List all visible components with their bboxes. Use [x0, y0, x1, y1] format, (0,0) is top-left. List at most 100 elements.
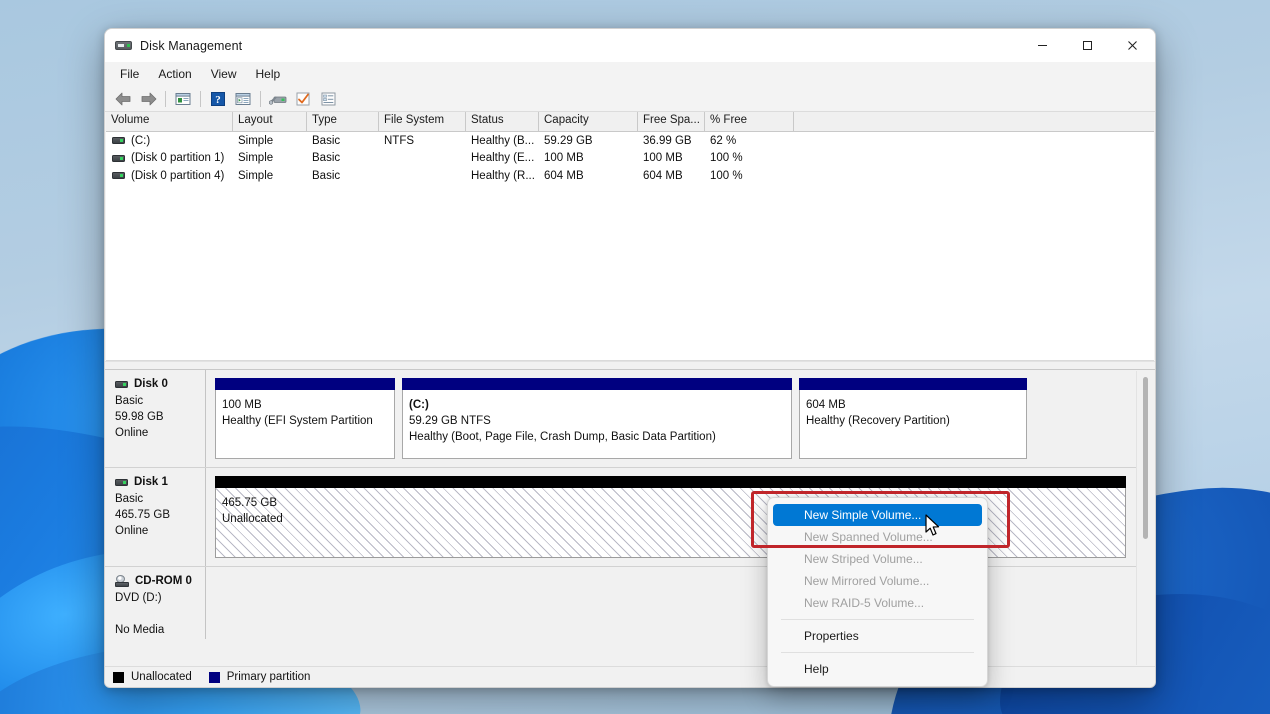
column-header-volume[interactable]: Volume — [106, 112, 233, 131]
minimize-button[interactable] — [1020, 29, 1065, 62]
disk-state: Online — [115, 425, 205, 441]
menu-item-new-spanned-volume: New Spanned Volume... — [773, 526, 982, 548]
pane-splitter[interactable] — [105, 361, 1155, 370]
cell-file-system: NTFS — [379, 135, 466, 147]
disk-management-window: Disk Management File Action View Help — [104, 28, 1156, 688]
menu-item-properties[interactable]: Properties — [773, 625, 982, 647]
menu-action[interactable]: Action — [149, 64, 200, 84]
properties-list-icon[interactable] — [317, 89, 339, 109]
disk-title: CD-ROM 0 — [115, 575, 205, 587]
maximize-button[interactable] — [1065, 29, 1110, 62]
column-header-status[interactable]: Status — [466, 112, 539, 131]
table-row[interactable]: (Disk 0 partition 4) Simple Basic Health… — [106, 167, 1154, 185]
cell-percent-free: 100 % — [705, 152, 794, 164]
toolbar-separator — [165, 91, 166, 107]
disk-info-disk-0[interactable]: Disk 0 Basic 59.98 GB Online — [105, 370, 206, 467]
disk-name: Disk 1 — [134, 476, 168, 488]
table-row[interactable]: (C:) Simple Basic NTFS Healthy (B... 59.… — [106, 132, 1154, 150]
cell-layout: Simple — [233, 152, 307, 164]
up-one-level-icon[interactable] — [172, 89, 194, 109]
action-check-icon[interactable] — [292, 89, 314, 109]
scrollbar-thumb[interactable] — [1143, 377, 1148, 539]
cd-rom-icon — [115, 575, 129, 587]
partition-efi[interactable]: 100 MB Healthy (EFI System Partition — [215, 378, 395, 459]
help-icon[interactable]: ? — [207, 89, 229, 109]
column-header-filler — [794, 112, 1154, 131]
menu-item-new-striped-volume: New Striped Volume... — [773, 548, 982, 570]
column-header-type[interactable]: Type — [307, 112, 379, 131]
column-header-free-space[interactable]: Free Spa... — [638, 112, 705, 131]
disk-drive-icon — [115, 381, 128, 388]
table-row[interactable]: (Disk 0 partition 1) Simple Basic Health… — [106, 150, 1154, 168]
menu-item-new-mirrored-volume: New Mirrored Volume... — [773, 570, 982, 592]
disk-drive-icon — [115, 479, 128, 486]
disk-row-disk-0[interactable]: Disk 0 Basic 59.98 GB Online 100 MB Heal… — [105, 370, 1136, 468]
menu-item-new-simple-volume[interactable]: New Simple Volume... — [773, 504, 982, 526]
partition-label: (C:) — [409, 397, 785, 413]
menu-separator — [781, 619, 974, 620]
cell-volume: (Disk 0 partition 4) — [106, 170, 233, 182]
partition-color-band — [215, 476, 1126, 488]
cell-free-space: 36.99 GB — [638, 135, 705, 147]
cell-status: Healthy (E... — [466, 152, 539, 164]
menu-view[interactable]: View — [202, 64, 246, 84]
title-bar[interactable]: Disk Management — [105, 29, 1155, 62]
menu-separator — [781, 652, 974, 653]
menu-file[interactable]: File — [111, 64, 148, 84]
cell-layout: Simple — [233, 170, 307, 182]
forward-icon[interactable] — [137, 89, 159, 109]
disk-partition-bars: 465.75 GB Unallocated — [206, 468, 1136, 566]
cell-volume-label: (C:) — [131, 135, 150, 147]
volume-drive-icon — [112, 155, 125, 162]
window-controls — [1020, 29, 1155, 62]
column-header-capacity[interactable]: Capacity — [539, 112, 638, 131]
disk-info-disk-1[interactable]: Disk 1 Basic 465.75 GB Online — [105, 468, 206, 566]
cell-volume: (Disk 0 partition 1) — [106, 152, 233, 164]
show-console-tree-icon[interactable] — [232, 89, 254, 109]
cell-status: Healthy (B... — [466, 135, 539, 147]
disk-type: Basic — [115, 491, 205, 507]
disk-partition-bars — [206, 567, 1136, 639]
partition-status: Healthy (EFI System Partition — [222, 413, 388, 429]
legend-label-unallocated: Unallocated — [131, 671, 192, 683]
partition-size: 59.29 GB NTFS — [409, 413, 785, 429]
disk-partition-bars: 100 MB Healthy (EFI System Partition (C:… — [206, 370, 1136, 467]
partition-unallocated[interactable]: 465.75 GB Unallocated — [215, 476, 1126, 558]
legend-swatch-primary-partition — [209, 672, 220, 683]
disk-title: Disk 0 — [115, 378, 205, 390]
disk-size: 59.98 GB — [115, 409, 205, 425]
legend-swatch-unallocated — [113, 672, 124, 683]
partition-size: 604 MB — [806, 397, 1020, 413]
disk-info-cdrom-0[interactable]: CD-ROM 0 DVD (D:) No Media — [105, 567, 206, 639]
cell-volume-label: (Disk 0 partition 4) — [131, 170, 224, 182]
graphical-view-scrollbar[interactable] — [1136, 371, 1154, 665]
cdrom-state: No Media — [115, 622, 205, 638]
mouse-cursor — [925, 514, 942, 543]
toolbar: ? — [105, 86, 1155, 112]
cell-capacity: 59.29 GB — [539, 135, 638, 147]
partition-c[interactable]: (C:) 59.29 GB NTFS Healthy (Boot, Page F… — [402, 378, 792, 459]
close-button[interactable] — [1110, 29, 1155, 62]
partition-recovery[interactable]: 604 MB Healthy (Recovery Partition) — [799, 378, 1027, 459]
cell-type: Basic — [307, 170, 379, 182]
column-header-file-system[interactable]: File System — [379, 112, 466, 131]
partition-color-band — [402, 378, 792, 390]
legend-label-primary-partition: Primary partition — [227, 671, 311, 683]
menu-item-help[interactable]: Help — [773, 658, 982, 680]
cell-percent-free: 62 % — [705, 135, 794, 147]
rescan-disks-icon[interactable] — [267, 89, 289, 109]
disk-type: Basic — [115, 393, 205, 409]
disk-title: Disk 1 — [115, 476, 205, 488]
menu-help[interactable]: Help — [247, 64, 290, 84]
title-bar-left: Disk Management — [105, 38, 242, 53]
legend: Unallocated Primary partition — [105, 666, 1155, 687]
svg-text:?: ? — [215, 94, 221, 106]
column-header-percent-free[interactable]: % Free — [705, 112, 794, 131]
disk-name: Disk 0 — [134, 378, 168, 390]
cell-volume: (C:) — [106, 135, 233, 147]
menu-bar: File Action View Help — [105, 62, 1155, 86]
cdrom-drive-letter: DVD (D:) — [115, 590, 205, 606]
column-header-layout[interactable]: Layout — [233, 112, 307, 131]
disk-name: CD-ROM 0 — [135, 575, 192, 587]
back-icon[interactable] — [112, 89, 134, 109]
